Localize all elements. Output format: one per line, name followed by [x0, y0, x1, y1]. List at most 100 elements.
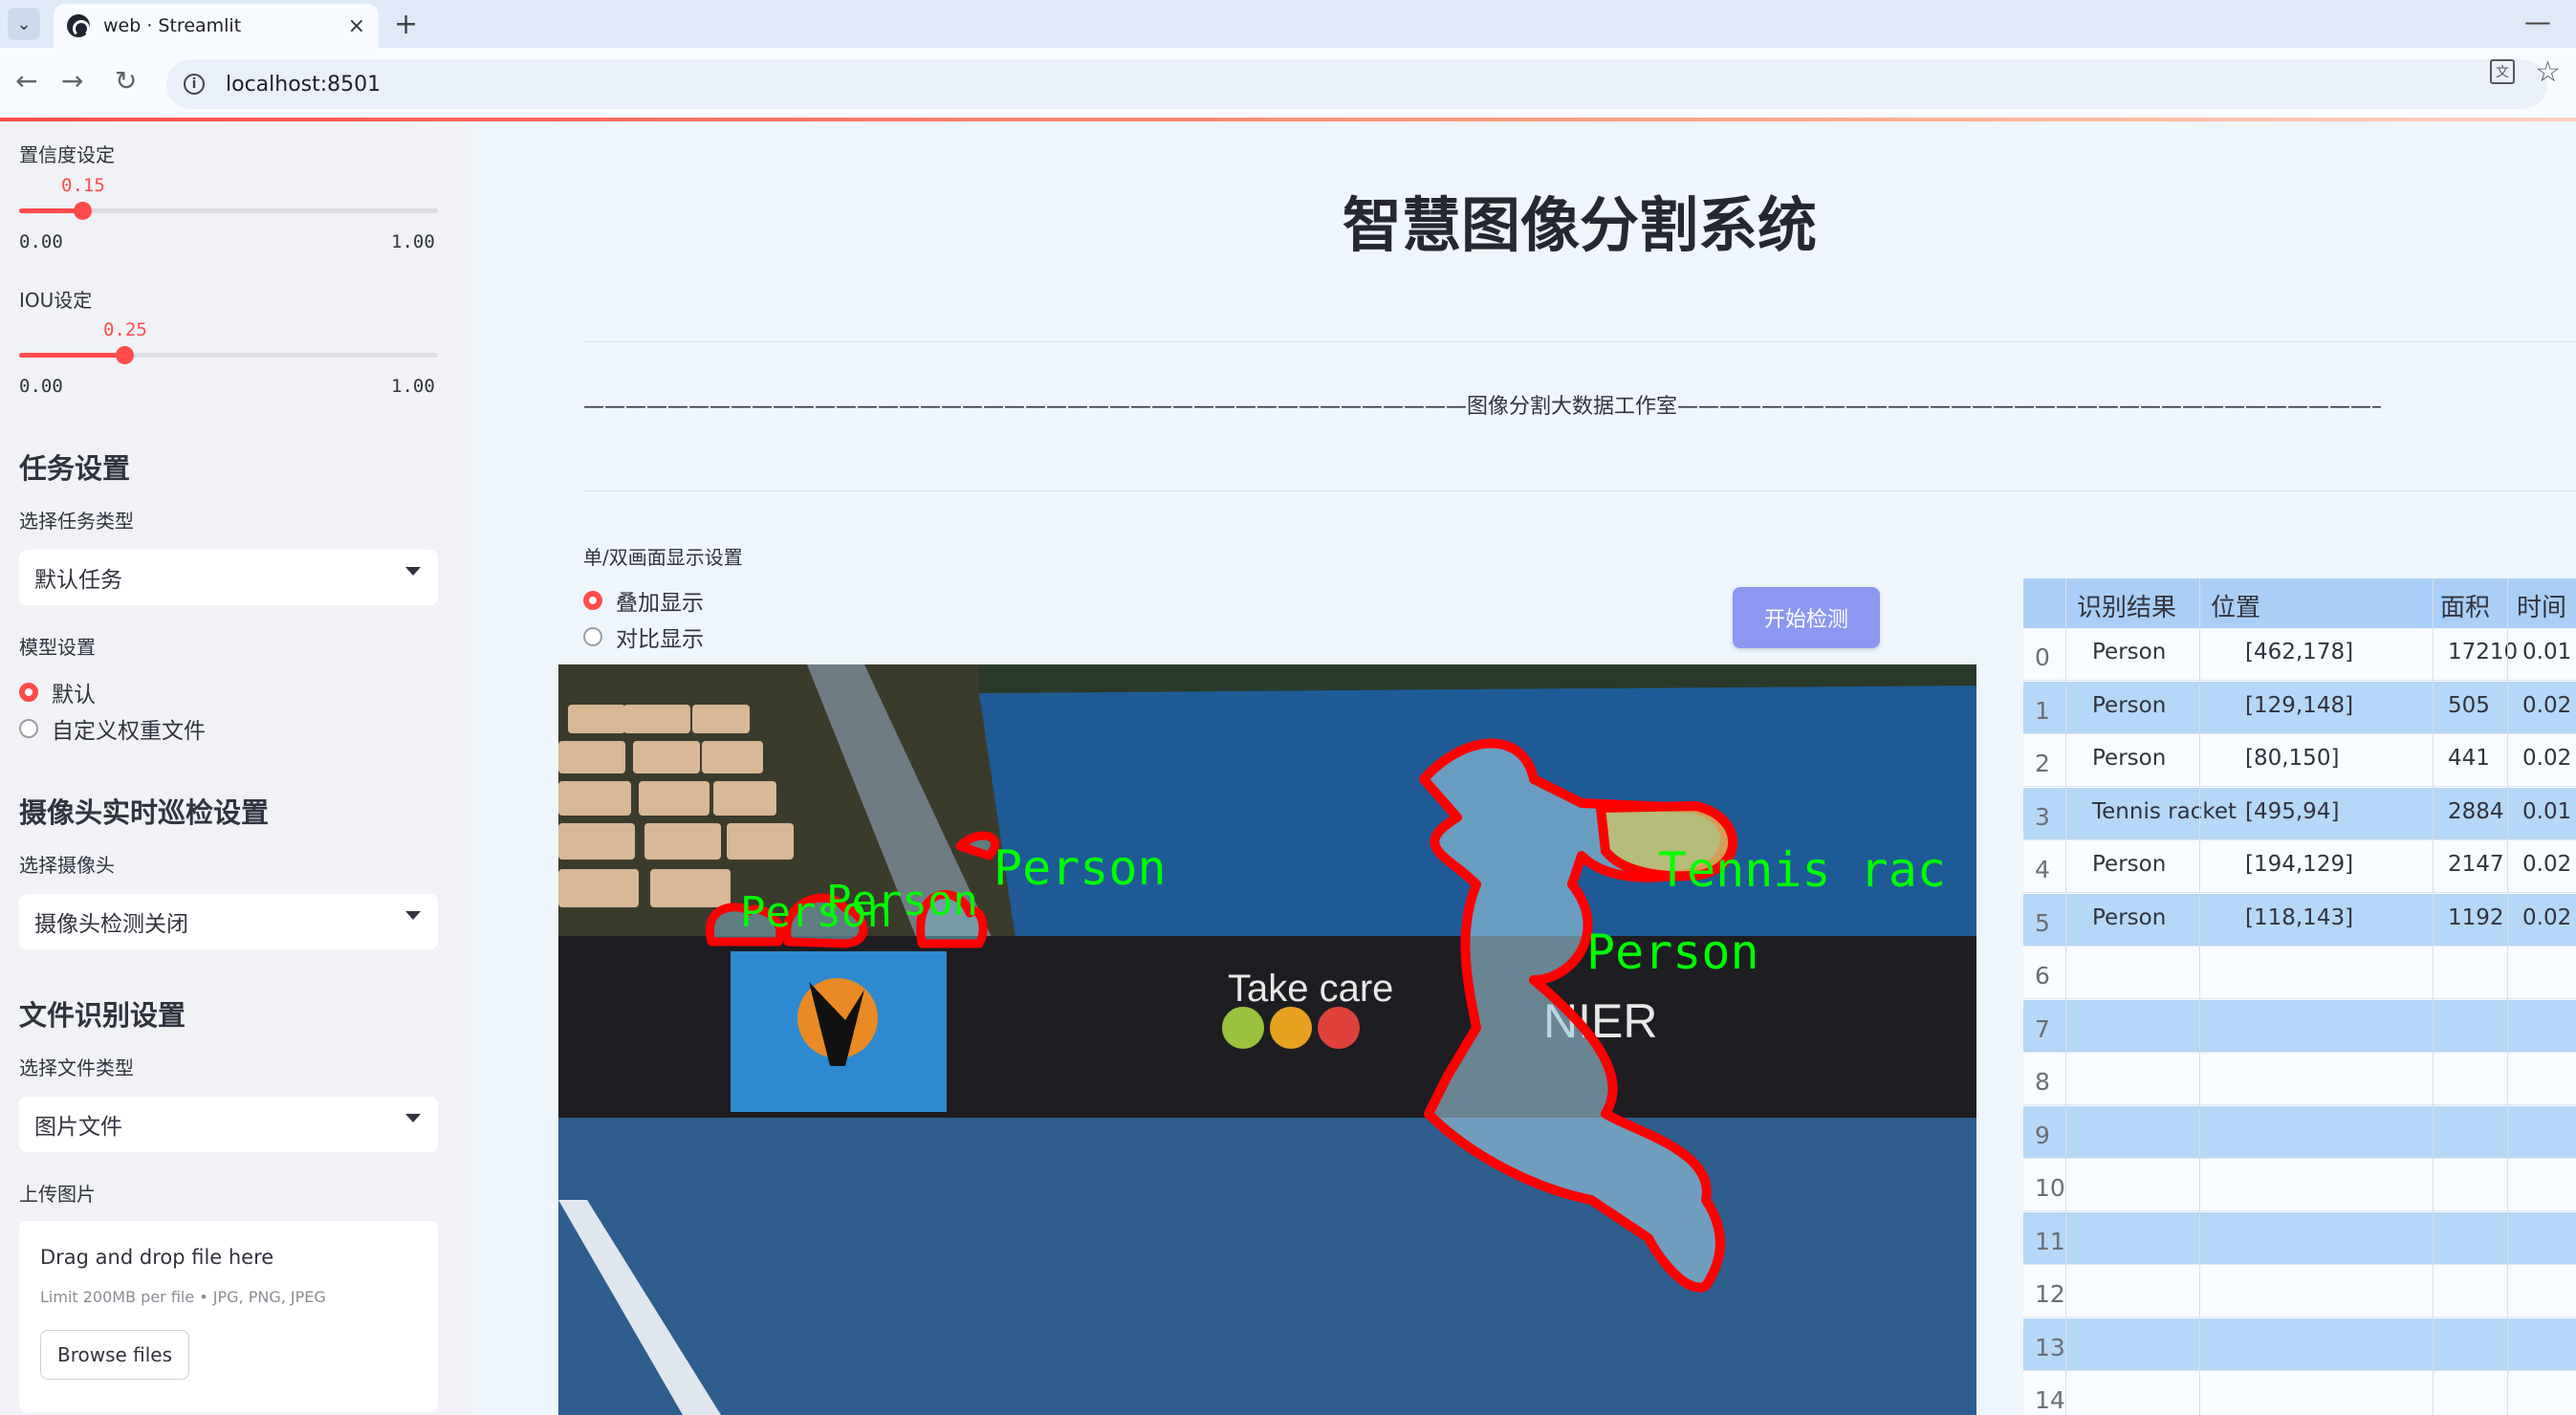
model-option-label: 自定义权重文件	[52, 719, 206, 744]
column-header[interactable]: 面积	[2440, 588, 2490, 623]
model-option-label: 默认	[52, 683, 96, 708]
confidence-min: 0.00	[19, 231, 63, 252]
table-cell-label: Person	[2092, 904, 2167, 930]
url-text: localhost:8501	[226, 72, 382, 97]
detection-label: Person	[740, 888, 892, 937]
table-row[interactable]: 4 Person [194,129] 2147 0.02	[2023, 840, 2576, 893]
radio-selected-icon[interactable]	[583, 591, 602, 610]
table-row[interactable]: 5 Person [118,143] 1192 0.02	[2023, 893, 2576, 947]
display-radio-overlay[interactable]: 叠加显示	[583, 584, 704, 617]
start-detection-button[interactable]: 开始检测	[1733, 587, 1880, 648]
table-row[interactable]: 7	[2023, 999, 2576, 1053]
chevron-down-icon	[405, 911, 421, 920]
table-cell-time: 0.01	[2522, 798, 2572, 824]
camera-select[interactable]: 摄像头检测关闭	[19, 894, 438, 949]
table-row[interactable]: 11	[2023, 1211, 2576, 1265]
model-settings-label: 模型设置	[19, 636, 96, 659]
file-settings-header: 文件识别设置	[19, 999, 186, 1032]
column-header[interactable]: 识别结果	[2077, 588, 2176, 623]
back-arrow-icon[interactable]: ←	[15, 65, 37, 97]
table-cell-index: 1	[2035, 696, 2050, 725]
iou-label: IOU设定	[19, 289, 93, 312]
reload-icon[interactable]: ↻	[115, 65, 137, 97]
segmentation-scene: Take care NIER Person Person Person Pers	[558, 664, 1976, 1415]
detection-label: Tennis rac	[1658, 842, 1946, 898]
upload-title: Drag and drop file here	[40, 1246, 274, 1269]
task-type-label: 选择任务类型	[19, 510, 134, 533]
table-row[interactable]: 13	[2023, 1317, 2576, 1371]
table-cell-index: 10	[2035, 1174, 2065, 1202]
chevron-down-icon	[405, 567, 421, 576]
column-header[interactable]: 位置	[2211, 588, 2260, 623]
bookmark-star-icon[interactable]: ☆	[2535, 55, 2561, 89]
confidence-slider[interactable]	[19, 202, 438, 220]
table-row[interactable]: 8	[2023, 1053, 2576, 1105]
table-row[interactable]: 12	[2023, 1265, 2576, 1317]
camera-select-label: 选择摄像头	[19, 854, 115, 877]
results-table-header: 识别结果 位置 面积 时间	[2023, 578, 2576, 628]
table-cell-label: Person	[2092, 640, 2167, 664]
radio-selected-icon[interactable]	[19, 683, 38, 702]
table-cell-index: 12	[2035, 1280, 2065, 1308]
browse-files-button[interactable]: Browse files	[40, 1330, 189, 1380]
table-row[interactable]: 9	[2023, 1105, 2576, 1159]
confidence-slider-thumb[interactable]	[74, 202, 92, 220]
table-cell-index: 8	[2035, 1068, 2050, 1096]
table-row[interactable]: 3 Tennis racket [495,94] 2884 0.01	[2023, 787, 2576, 840]
file-uploader-dropzone[interactable]: Drag and drop file here Limit 200MB per …	[19, 1221, 438, 1412]
upload-limit: Limit 200MB per file • JPG, PNG, JPEG	[40, 1288, 326, 1306]
address-bar[interactable]: i localhost:8501	[166, 59, 2547, 109]
main-content: 智慧图像分割系统 ———————————————————————————————…	[470, 121, 2576, 1415]
model-radio-custom[interactable]: 自定义权重文件	[19, 712, 206, 745]
site-info-icon[interactable]: i	[184, 74, 205, 95]
iou-slider-thumb[interactable]	[116, 346, 134, 364]
file-type-select[interactable]: 图片文件	[19, 1097, 438, 1152]
divider	[583, 490, 2576, 491]
iou-slider[interactable]	[19, 346, 438, 364]
table-row[interactable]: 6	[2023, 947, 2576, 999]
column-divider	[2507, 578, 2508, 1415]
table-cell-time: 0.02	[2522, 746, 2572, 771]
table-cell-time: 0.02	[2522, 692, 2572, 718]
results-table[interactable]: 识别结果 位置 面积 时间 0 Person [462,178] 1 7 2 10 0.01 1…	[2023, 578, 2576, 1415]
new-tab-plus-icon[interactable]: +	[394, 8, 418, 41]
divider	[583, 341, 2576, 342]
table-cell-time: 0.02	[2522, 904, 2572, 930]
table-cell-label: Person	[2092, 692, 2167, 718]
tab-title: web · Streamlit	[103, 15, 242, 36]
table-row[interactable]: 2 Person [80,150] 441 0.02	[2023, 734, 2576, 787]
chevron-down-icon	[405, 1114, 421, 1122]
task-settings-header: 任务设置	[19, 452, 131, 485]
table-row[interactable]: 14	[2023, 1371, 2576, 1415]
column-divider	[2065, 578, 2066, 1415]
confidence-label: 置信度设定	[19, 143, 115, 166]
radio-unselected-icon[interactable]	[583, 627, 602, 646]
window-minimize-icon[interactable]: —	[2524, 6, 2551, 37]
studio-caption: ————————————————————————————————————————…	[583, 395, 2381, 419]
table-row[interactable]: 0 Person [462,178] 17210 0.01	[2023, 628, 2576, 681]
iou-slider-fill	[19, 353, 124, 358]
table-cell-label: Tennis racket	[2092, 798, 2237, 824]
task-type-select[interactable]: 默认任务	[19, 550, 438, 605]
confidence-value: 0.15	[61, 175, 105, 196]
streamlit-favicon-icon	[67, 14, 90, 37]
display-mode-label: 单/双画面显示设置	[583, 546, 743, 569]
radio-unselected-icon[interactable]	[19, 719, 38, 738]
translate-icon[interactable]: 文	[2490, 59, 2515, 84]
table-row[interactable]: 10	[2023, 1159, 2576, 1211]
browser-tab[interactable]: web · Streamlit ×	[54, 4, 379, 48]
table-cell-position: [129,148]	[2245, 692, 2354, 718]
tab-list-chevron-icon[interactable]: ⌄	[8, 8, 40, 40]
display-radio-compare[interactable]: 对比显示	[583, 620, 704, 653]
table-cell-area: 441	[2448, 746, 2490, 771]
table-cell-position: [118,143]	[2245, 904, 2354, 930]
tab-close-icon[interactable]: ×	[348, 14, 365, 38]
column-header[interactable]: 时间	[2517, 588, 2566, 623]
table-row[interactable]: 1 Person [129,148] 505 0.02	[2023, 681, 2576, 734]
table-cell-position: [462,178]	[2245, 640, 2354, 664]
forward-arrow-icon[interactable]: →	[61, 65, 83, 97]
table-cell-index: 2	[2035, 750, 2050, 777]
table-cell-area: 2147	[2448, 852, 2504, 877]
table-cell-position: [80,150]	[2245, 746, 2340, 771]
model-radio-default[interactable]: 默认	[19, 676, 96, 708]
